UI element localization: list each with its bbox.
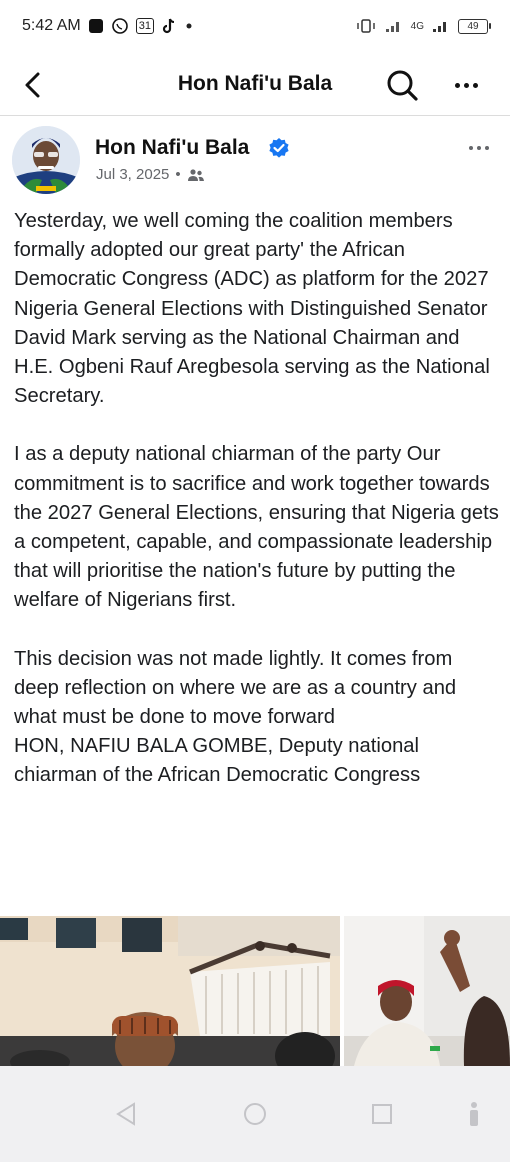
notification-square-icon (88, 18, 104, 34)
nav-home-button[interactable] (237, 1096, 273, 1132)
signal-icon (432, 19, 450, 33)
search-button[interactable] (384, 67, 420, 103)
back-arrow-icon (25, 72, 40, 98)
avatar[interactable] (12, 126, 80, 194)
post-meta: Jul 3, 2025 • (96, 166, 205, 183)
network-type: 4G (410, 20, 424, 32)
post-photos (0, 916, 510, 1066)
status-time: 5:42 AM (22, 17, 81, 34)
more-icon (469, 146, 489, 150)
verified-badge-icon (269, 138, 289, 158)
status-bar: 5:42 AM 31 4G 49 (0, 0, 510, 52)
calendar-day: 31 (138, 20, 151, 32)
friends-icon (187, 168, 204, 181)
more-icon (454, 82, 478, 88)
accessibility-icon (470, 1102, 478, 1126)
post-date[interactable]: Jul 3, 2025 (96, 166, 169, 183)
page-header: Hon Nafi'u Bala (0, 52, 510, 116)
nav-back-button[interactable] (108, 1096, 144, 1132)
post-header: Hon Nafi'u Bala Jul 3, 2025 • (0, 120, 510, 196)
tiktok-icon (161, 17, 177, 35)
post-paragraph: I as a deputy national chiarman of the p… (14, 443, 499, 612)
search-icon (387, 70, 418, 101)
nav-accessibility-button[interactable] (456, 1096, 492, 1132)
vibrate-icon (355, 18, 377, 34)
post-paragraph: This decision was not made lightly. It c… (14, 647, 457, 787)
post-photo-1[interactable] (0, 916, 340, 1066)
nav-recents-button[interactable] (364, 1096, 400, 1132)
back-triangle-icon (116, 1102, 135, 1126)
post-text: Yesterday, we well coming the coalition … (14, 207, 502, 791)
back-button[interactable] (18, 70, 48, 100)
battery-icon: 49 (458, 18, 491, 34)
battery-level: 49 (467, 20, 479, 32)
more-button[interactable] (448, 70, 484, 100)
home-circle-icon (244, 1103, 266, 1125)
calendar-icon: 31 (135, 18, 154, 34)
post-paragraph: Yesterday, we well coming the coalition … (14, 210, 490, 408)
post-options-button[interactable] (462, 138, 496, 158)
page-title: Hon Nafi'u Bala (177, 72, 333, 95)
meta-separator: • (175, 166, 181, 183)
system-nav-bar (0, 1066, 510, 1162)
signal-icon (385, 19, 403, 33)
whatsapp-icon (111, 17, 129, 35)
dot-icon (184, 21, 194, 31)
author-name[interactable]: Hon Nafi'u Bala (95, 136, 249, 160)
post-photo-2[interactable] (344, 916, 510, 1066)
recents-square-icon (372, 1104, 392, 1124)
